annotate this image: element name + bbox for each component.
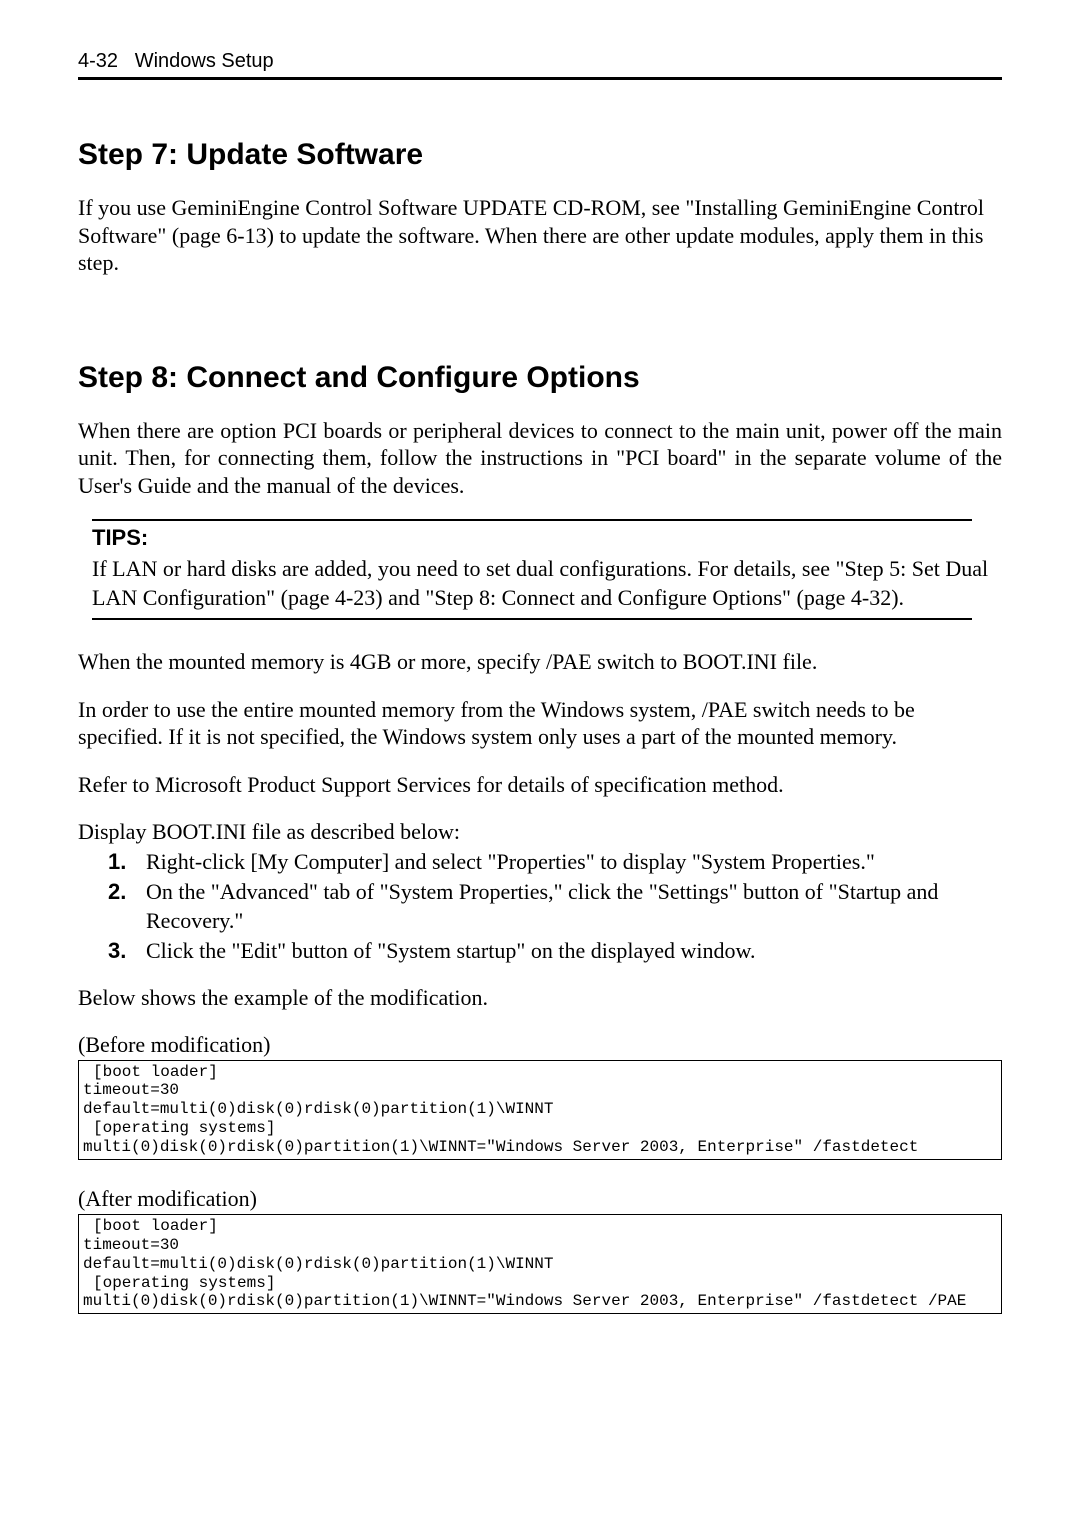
step-text-3: Click the "Edit" button of "System start… bbox=[146, 938, 756, 963]
tips-rule-top bbox=[92, 519, 972, 521]
code-line: [boot loader] bbox=[83, 1063, 997, 1082]
tips-title: TIPS: bbox=[92, 525, 1002, 551]
code-line: default=multi(0)disk(0)rdisk(0)partition… bbox=[83, 1100, 553, 1118]
code-line: timeout=30 bbox=[83, 1081, 179, 1099]
step8-para6: Below shows the example of the modificat… bbox=[78, 984, 1002, 1012]
before-code-block: [boot loader]timeout=30 default=multi(0)… bbox=[78, 1060, 1002, 1160]
code-line: [operating systems] bbox=[83, 1119, 997, 1138]
step-item-3: Click the "Edit" button of "System start… bbox=[140, 937, 1002, 966]
step7-para: If you use GeminiEngine Control Software… bbox=[78, 194, 1002, 277]
code-line: multi(0)disk(0)rdisk(0)partition(1)\WINN… bbox=[83, 1292, 966, 1310]
before-label: (Before modification) bbox=[78, 1032, 1002, 1058]
code-line: [operating systems] bbox=[83, 1274, 997, 1293]
step8-para5: Display BOOT.INI file as described below… bbox=[78, 818, 1002, 846]
page-header: 4-32 Windows Setup bbox=[78, 50, 1002, 73]
page-number: 4-32 bbox=[78, 50, 118, 72]
step8-para1: When there are option PCI boards or peri… bbox=[78, 417, 1002, 500]
tips-block: TIPS: If LAN or hard disks are added, yo… bbox=[92, 519, 1002, 620]
code-line: default=multi(0)disk(0)rdisk(0)partition… bbox=[83, 1255, 553, 1273]
step-text-2: On the "Advanced" tab of "System Propert… bbox=[146, 879, 938, 933]
step-item-2: On the "Advanced" tab of "System Propert… bbox=[140, 878, 1002, 935]
after-code-block: [boot loader]timeout=30 default=multi(0)… bbox=[78, 1214, 1002, 1314]
code-line: multi(0)disk(0)rdisk(0)partition(1)\WINN… bbox=[83, 1138, 918, 1156]
step8-para4: Refer to Microsoft Product Support Servi… bbox=[78, 771, 1002, 799]
step-item-1: Right-click [My Computer] and select "Pr… bbox=[140, 848, 1002, 877]
header-rule bbox=[78, 77, 1002, 80]
step8-para2: When the mounted memory is 4GB or more, … bbox=[78, 648, 1002, 676]
step7-title: Step 7: Update Software bbox=[78, 138, 1002, 172]
step-text-1: Right-click [My Computer] and select "Pr… bbox=[146, 849, 875, 874]
header-section: Windows Setup bbox=[135, 50, 274, 72]
tips-rule-bottom bbox=[92, 618, 972, 620]
step8-para3: In order to use the entire mounted memor… bbox=[78, 696, 1002, 751]
after-label: (After modification) bbox=[78, 1186, 1002, 1212]
step8-title: Step 8: Connect and Configure Options bbox=[78, 361, 1002, 395]
code-line: [boot loader] bbox=[83, 1217, 997, 1236]
steps-list: Right-click [My Computer] and select "Pr… bbox=[78, 848, 1002, 966]
code-line: timeout=30 bbox=[83, 1236, 179, 1254]
tips-text: If LAN or hard disks are added, you need… bbox=[92, 555, 1002, 612]
